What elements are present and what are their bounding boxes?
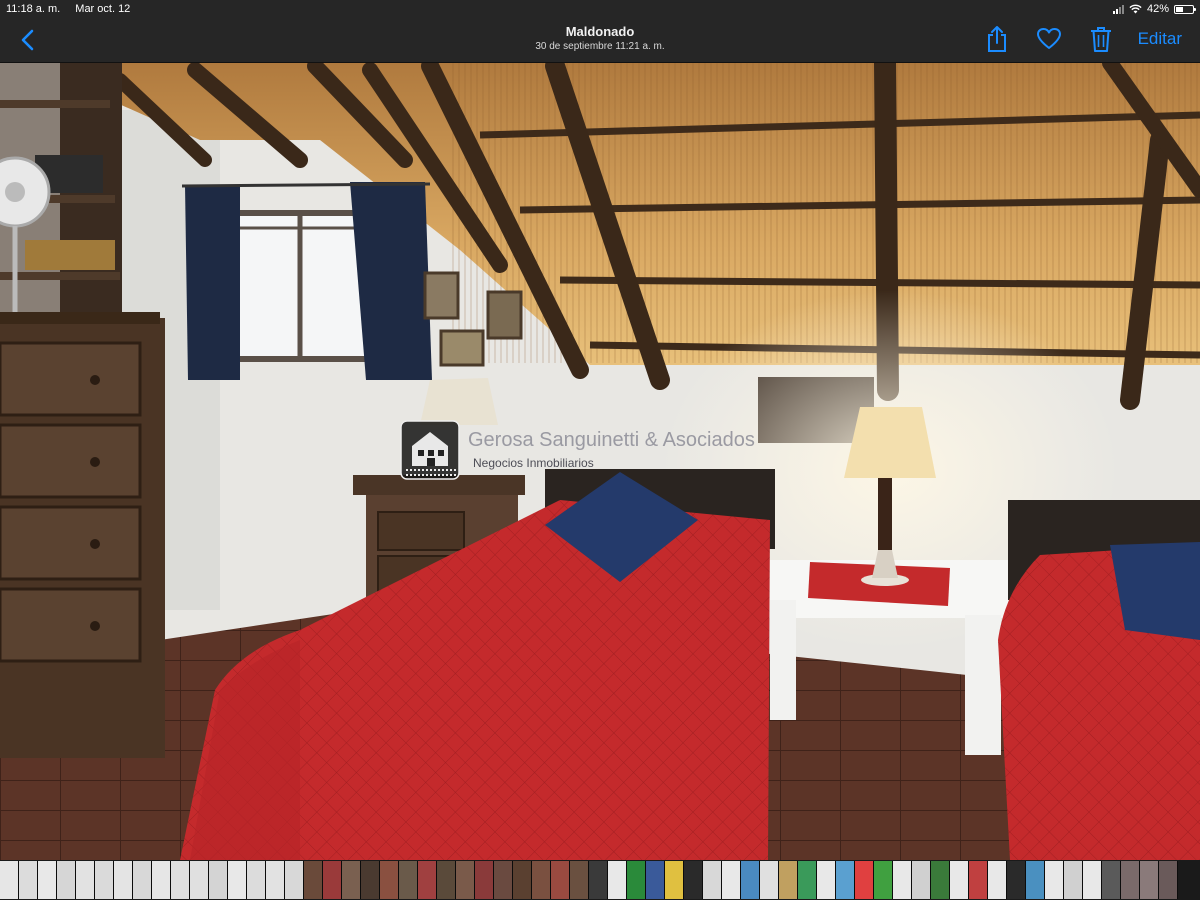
- status-time: 11:18 a. m.: [6, 3, 61, 15]
- photo-thumbnail[interactable]: [57, 861, 76, 899]
- photo-thumbnail[interactable]: [760, 861, 779, 899]
- edit-button[interactable]: Editar: [1134, 29, 1186, 49]
- photo-thumbnail[interactable]: [304, 861, 323, 899]
- photo-thumbnail[interactable]: [931, 861, 950, 899]
- photo-thumbnail[interactable]: [589, 861, 608, 899]
- photo-thumbnail[interactable]: [95, 861, 114, 899]
- photo-thumbnail[interactable]: [133, 861, 152, 899]
- photo-thumbnail[interactable]: [874, 861, 893, 899]
- photo-thumbnail[interactable]: [1026, 861, 1045, 899]
- cellular-signal-icon: [1112, 4, 1124, 14]
- photo-thumbnail[interactable]: [76, 861, 95, 899]
- photo-thumbnail[interactable]: [893, 861, 912, 899]
- photo-thumbnail[interactable]: [798, 861, 817, 899]
- realtor-watermark: Gerosa Sanguinetti & Asociados Negocios …: [400, 420, 780, 490]
- watermark-company-subtitle: Negocios Inmobiliarios: [473, 456, 594, 470]
- photo-thumbnail[interactable]: [38, 861, 57, 899]
- share-icon: [987, 26, 1006, 52]
- photo-thumbnail[interactable]: [646, 861, 665, 899]
- photo-thumbnail[interactable]: [1064, 861, 1083, 899]
- photo-thumbnail[interactable]: [988, 861, 1007, 899]
- status-left: 11:18 a. m. Mar oct. 12: [6, 3, 142, 15]
- photo-thumbnail[interactable]: [399, 861, 418, 899]
- photo-thumbnail[interactable]: [570, 861, 589, 899]
- photo-thumbnail[interactable]: [418, 861, 437, 899]
- photo-thumbnail[interactable]: [380, 861, 399, 899]
- photo-thumbnail[interactable]: [513, 861, 532, 899]
- photo-thumbnail[interactable]: [456, 861, 475, 899]
- photo-thumbnail[interactable]: [855, 861, 874, 899]
- photo-thumbnail[interactable]: [209, 861, 228, 899]
- photo-thumbnail[interactable]: [323, 861, 342, 899]
- photo-thumbnail[interactable]: [722, 861, 741, 899]
- photo-thumbnail[interactable]: [950, 861, 969, 899]
- photo-thumbnail[interactable]: [0, 861, 19, 899]
- nav-actions: Editar: [978, 24, 1186, 54]
- share-button[interactable]: [978, 24, 1016, 54]
- photo-thumbnail[interactable]: [1140, 861, 1159, 899]
- thumbnail-strip[interactable]: [0, 860, 1200, 900]
- photo-thumbnail[interactable]: [836, 861, 855, 899]
- photo-thumbnail[interactable]: [285, 861, 304, 899]
- photo-thumbnail[interactable]: [551, 861, 570, 899]
- trash-icon: [1090, 27, 1111, 52]
- photo-thumbnail[interactable]: [779, 861, 798, 899]
- photo-thumbnail[interactable]: [114, 861, 133, 899]
- photo-thumbnail[interactable]: [608, 861, 627, 899]
- status-right: 42%: [1112, 3, 1196, 15]
- photo-thumbnail[interactable]: [171, 861, 190, 899]
- battery-percent: 42%: [1146, 3, 1169, 15]
- photo-thumbnail[interactable]: [912, 861, 931, 899]
- photo-thumbnail[interactable]: [228, 861, 247, 899]
- favorite-button[interactable]: [1030, 24, 1068, 54]
- photo-thumbnail[interactable]: [437, 861, 456, 899]
- photo-thumbnail[interactable]: [817, 861, 836, 899]
- photo-thumbnail[interactable]: [665, 861, 684, 899]
- photo-thumbnail[interactable]: [1159, 861, 1178, 899]
- photo-thumbnail[interactable]: [1083, 861, 1102, 899]
- photo-thumbnail[interactable]: [969, 861, 988, 899]
- photo-thumbnail[interactable]: [1045, 861, 1064, 899]
- photo-thumbnail[interactable]: [190, 861, 209, 899]
- photo-thumbnail[interactable]: [1102, 861, 1121, 899]
- battery-icon: [1174, 4, 1196, 14]
- photo-navbar: Maldonado 30 de septiembre 11:21 a. m. E…: [0, 18, 1200, 63]
- photo-thumbnail[interactable]: [361, 861, 380, 899]
- bedroom-photo[interactable]: Gerosa Sanguinetti & Asociados Negocios …: [0, 63, 1200, 860]
- photo-thumbnail[interactable]: [494, 861, 513, 899]
- photo-thumbnail[interactable]: [19, 861, 38, 899]
- heart-icon: [1036, 28, 1061, 49]
- photo-thumbnail[interactable]: [342, 861, 361, 899]
- photo-thumbnail[interactable]: [741, 861, 760, 899]
- status-date: Mar oct. 12: [75, 3, 131, 15]
- photo-thumbnail[interactable]: [247, 861, 266, 899]
- delete-button[interactable]: [1082, 24, 1120, 54]
- photo-thumbnail[interactable]: [152, 861, 171, 899]
- photo-thumbnail[interactable]: [266, 861, 285, 899]
- photo-thumbnail[interactable]: [1121, 861, 1140, 899]
- house-logo-icon: [400, 420, 460, 480]
- photo-thumbnail[interactable]: [627, 861, 646, 899]
- photo-thumbnail[interactable]: [703, 861, 722, 899]
- status-bar: 11:18 a. m. Mar oct. 12 42%: [0, 0, 1200, 18]
- wifi-icon: [1129, 4, 1142, 14]
- photo-thumbnail[interactable]: [475, 861, 494, 899]
- photo-thumbnail[interactable]: [532, 861, 551, 899]
- watermark-company-name: Gerosa Sanguinetti & Asociados: [468, 429, 755, 451]
- photo-thumbnail[interactable]: [1007, 861, 1026, 899]
- photo-thumbnail[interactable]: [684, 861, 703, 899]
